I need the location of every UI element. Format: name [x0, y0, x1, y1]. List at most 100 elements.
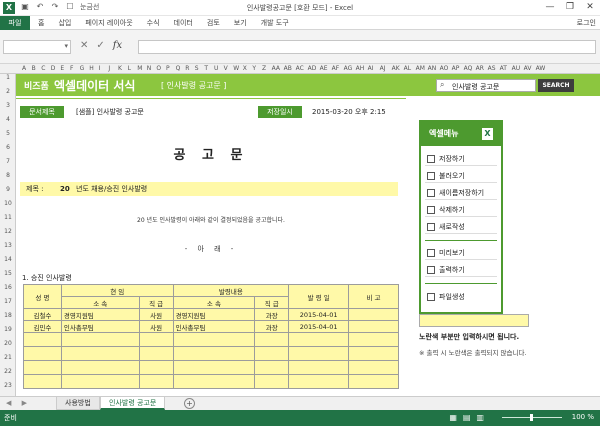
row-number[interactable]: 5 — [0, 130, 16, 137]
column-letter[interactable]: AT — [500, 64, 507, 73]
column-letter[interactable]: AA — [272, 64, 280, 73]
column-letter[interactable]: K — [118, 64, 122, 73]
column-letter[interactable]: M — [137, 64, 142, 73]
close-button[interactable]: ✕ — [580, 0, 600, 16]
tab-review[interactable]: 검토 — [207, 16, 220, 30]
subject-year[interactable]: 20 — [60, 182, 70, 196]
row-number[interactable]: 20 — [0, 340, 16, 347]
column-letter[interactable]: AK — [392, 64, 400, 73]
row-number[interactable]: 8 — [0, 172, 16, 179]
row-number[interactable]: 12 — [0, 228, 16, 235]
cell-date[interactable]: 2015-04-01 — [288, 320, 350, 333]
worksheet[interactable]: 비즈폼 엑셀데이터 서식 [ 인사발령 공고문 ] ⌕ 인사발령 공고문 SEA… — [16, 74, 600, 396]
column-letter[interactable]: E — [60, 64, 64, 73]
column-letter[interactable]: I — [99, 64, 101, 73]
column-letter[interactable]: AH — [356, 64, 365, 73]
row-number[interactable]: 13 — [0, 242, 16, 249]
row-number[interactable]: 3 — [0, 102, 16, 109]
zoom-level[interactable]: 100 % — [572, 413, 594, 421]
column-letter[interactable]: AL — [404, 64, 411, 73]
row-number[interactable]: 22 — [0, 368, 16, 375]
column-letter[interactable]: AD — [308, 64, 317, 73]
column-letter[interactable]: AR — [476, 64, 484, 73]
column-letter[interactable]: AF — [332, 64, 340, 73]
tab-view[interactable]: 보기 — [234, 16, 247, 30]
column-letter[interactable]: AM — [416, 64, 425, 73]
tab-page-layout[interactable]: 페이지 레이아웃 — [85, 16, 132, 30]
cell-cur-rank[interactable]: 사원 — [138, 320, 174, 333]
formula-input[interactable] — [138, 40, 596, 54]
cell-name[interactable]: 김철수 — [23, 308, 62, 321]
column-letter[interactable]: Y — [252, 64, 256, 73]
minimize-button[interactable]: — — [540, 0, 560, 16]
column-letter[interactable]: AV — [524, 64, 532, 73]
column-letter[interactable]: S — [195, 64, 199, 73]
view-buttons[interactable]: ▦▤▥ — [449, 413, 490, 422]
tab-formulas[interactable]: 수식 — [147, 16, 160, 30]
menu-new[interactable]: 새로작성 — [425, 220, 497, 234]
cell-new-dept[interactable]: 인사총무팀 — [172, 320, 256, 333]
column-letter[interactable]: W — [233, 64, 239, 73]
column-letter[interactable]: AP — [452, 64, 460, 73]
column-letter[interactable]: AS — [488, 64, 496, 73]
menu-create-file[interactable]: 파일생성 — [425, 290, 497, 304]
column-letter[interactable]: AJ — [380, 64, 386, 73]
subject-row[interactable]: 제목 : 20 년도 채용/승진 인사발령 — [20, 182, 398, 196]
column-letter[interactable]: Q — [176, 64, 181, 73]
column-letter[interactable]: AO — [440, 64, 449, 73]
maximize-button[interactable]: ❐ — [560, 0, 580, 16]
zoom-slider[interactable] — [502, 414, 562, 421]
cell-cur-dept[interactable]: 경영지원팀 — [60, 308, 140, 321]
search-button[interactable]: SEARCH — [538, 79, 574, 92]
row-number[interactable]: 15 — [0, 270, 16, 277]
tab-file[interactable]: 파일 — [0, 16, 30, 30]
column-letter[interactable]: L — [128, 64, 131, 73]
row-number[interactable]: 11 — [0, 214, 16, 221]
column-letter[interactable]: R — [185, 64, 189, 73]
column-letter[interactable]: D — [51, 64, 56, 73]
column-letter[interactable]: N — [147, 64, 152, 73]
row-number[interactable]: 18 — [0, 312, 16, 319]
row-number[interactable]: 9 — [0, 186, 16, 193]
column-letter[interactable]: AN — [428, 64, 437, 73]
menu-save[interactable]: 저장하기 — [425, 152, 497, 166]
sheet-tab-notice[interactable]: 인사발령 공고문 — [100, 397, 166, 410]
tab-insert[interactable]: 삽입 — [58, 16, 71, 30]
tab-developer[interactable]: 개발 도구 — [261, 16, 289, 30]
subject-text[interactable]: 년도 채용/승진 인사발령 — [76, 182, 147, 196]
cell-new-rank[interactable]: 과장 — [254, 308, 290, 321]
row-number[interactable]: 2 — [0, 88, 16, 95]
row-number[interactable]: 23 — [0, 382, 16, 389]
row-number[interactable]: 14 — [0, 256, 16, 263]
column-letter[interactable]: AW — [536, 64, 546, 73]
table-row[interactable] — [23, 346, 399, 361]
table-row[interactable]: 김민수 인사총무팀 사원 인사총무팀 과장 2015-04-01 — [23, 320, 399, 333]
login-link[interactable]: 로그인 — [577, 16, 596, 30]
cell-new-dept[interactable]: 경영지원팀 — [172, 308, 256, 321]
enter-icon[interactable]: ✓ — [96, 40, 104, 51]
menu-print[interactable]: 출력하기 — [425, 263, 497, 277]
insert-function-icon[interactable]: fx — [113, 40, 122, 51]
cell-new-rank[interactable]: 과장 — [254, 320, 290, 333]
cell-cur-dept[interactable]: 인사총무팀 — [60, 320, 140, 333]
column-letter[interactable]: G — [80, 64, 85, 73]
row-number[interactable]: 19 — [0, 326, 16, 333]
column-letter[interactable]: AU — [512, 64, 521, 73]
cell-note[interactable] — [348, 308, 399, 321]
column-letter[interactable]: AG — [344, 64, 353, 73]
row-number[interactable]: 16 — [0, 284, 16, 291]
doc-title-value[interactable]: [샘플] 인사발령 공고문 — [76, 106, 144, 118]
column-letter[interactable]: AC — [296, 64, 304, 73]
column-letter[interactable]: C — [41, 64, 45, 73]
column-letter[interactable]: U — [214, 64, 218, 73]
cell-name[interactable]: 김민수 — [23, 320, 62, 333]
cell-cur-rank[interactable]: 사원 — [138, 308, 174, 321]
column-letter[interactable]: B — [32, 64, 36, 73]
row-number[interactable]: 6 — [0, 144, 16, 151]
cell-note[interactable] — [348, 320, 399, 333]
add-sheet-button[interactable]: + — [184, 398, 195, 409]
menu-load[interactable]: 불러오기 — [425, 169, 497, 183]
sheet-tab-usage[interactable]: 사용방법 — [56, 397, 100, 410]
column-letter[interactable]: X — [243, 64, 247, 73]
row-number[interactable]: 10 — [0, 200, 16, 207]
